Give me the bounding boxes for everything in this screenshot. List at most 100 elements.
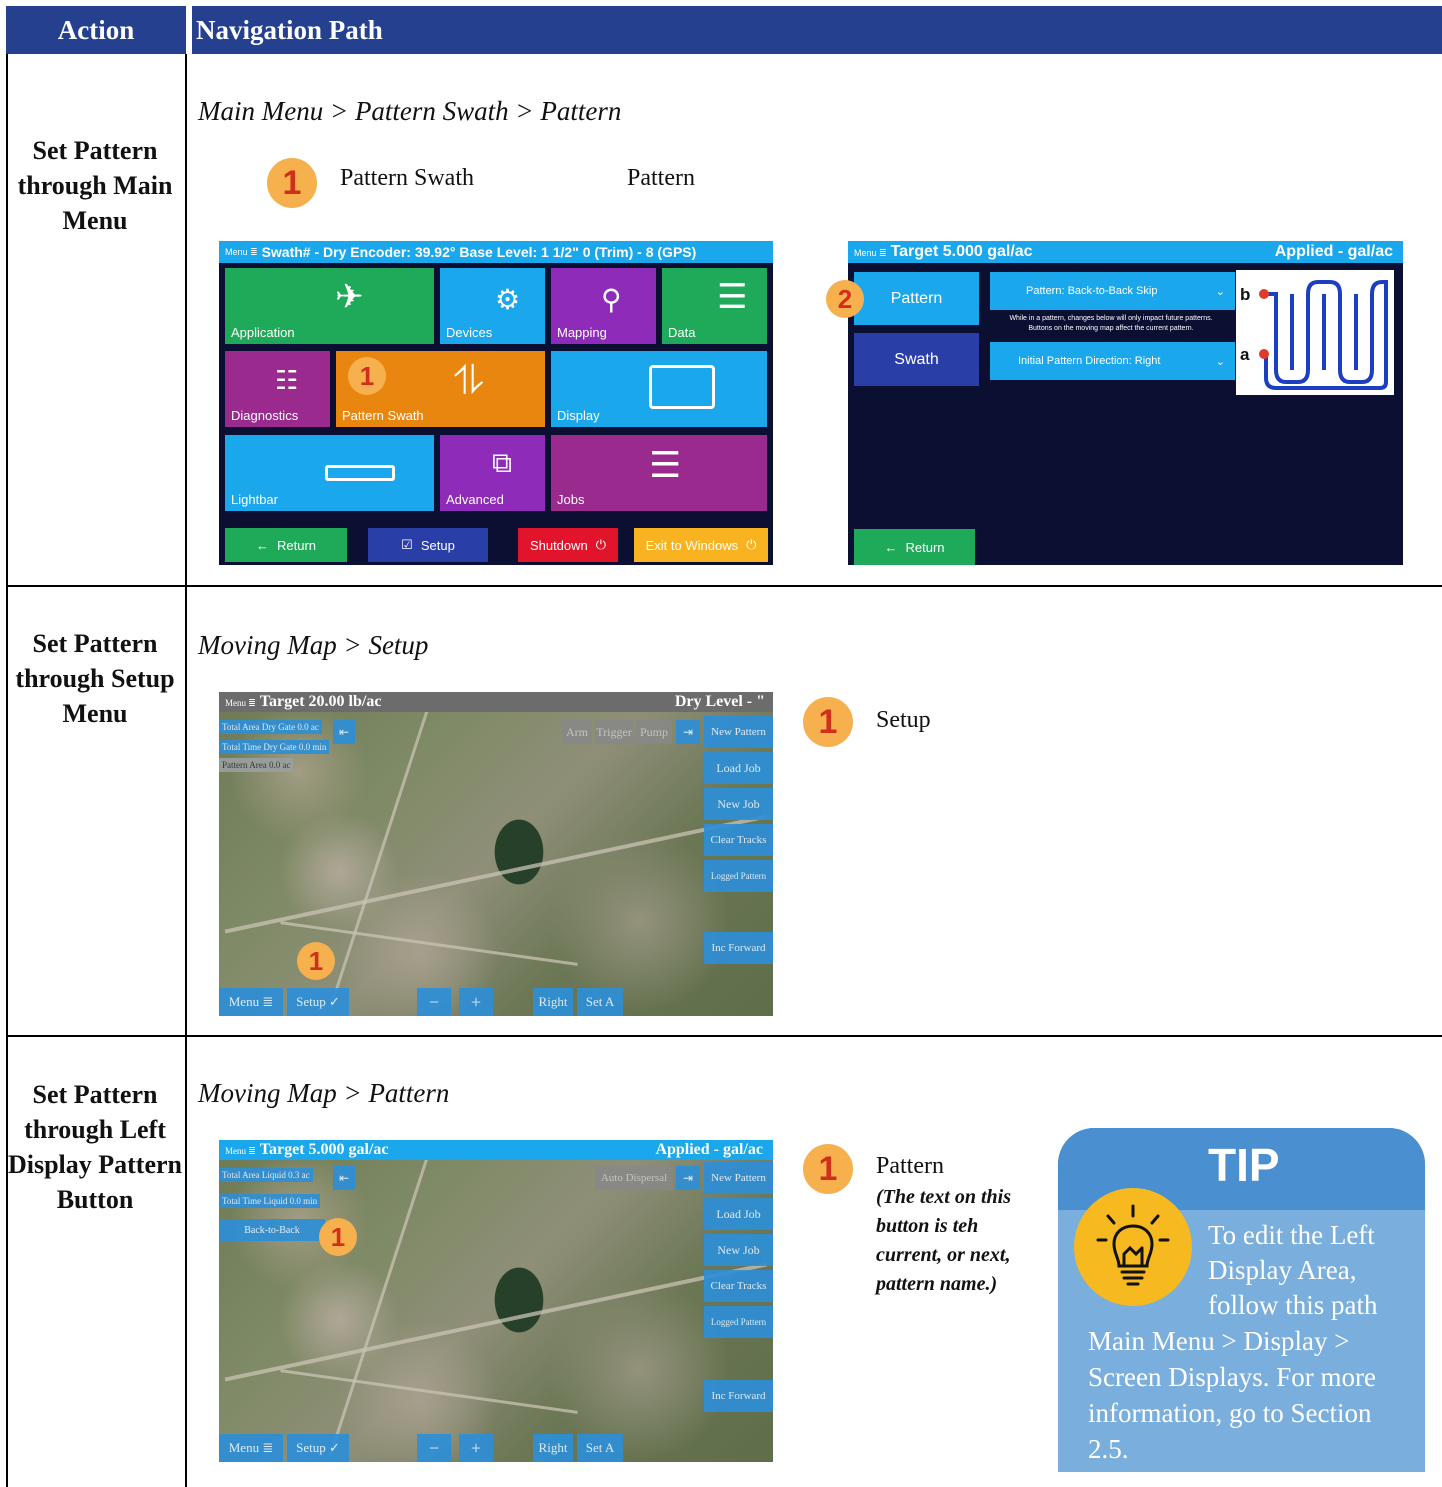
checklist-icon: ☰ xyxy=(649,444,682,485)
pattern-note: While in a pattern, changes below will o… xyxy=(1009,315,1213,332)
tile-diagnostics[interactable]: ☷ Diagnostics xyxy=(225,351,330,427)
shutdown-button[interactable]: Shutdown ⏻ xyxy=(518,528,618,562)
callout-1: 1 xyxy=(297,942,335,980)
step-number: 1 xyxy=(803,697,853,747)
swath-button[interactable]: Swath xyxy=(854,333,979,386)
inc-forward-button[interactable]: Inc Forward xyxy=(704,1380,773,1412)
callout-2: 2 xyxy=(826,280,864,318)
zoom-in-button[interactable]: + xyxy=(459,988,493,1016)
load-job-button[interactable]: Load Job xyxy=(704,752,773,784)
zoom-out-button[interactable]: − xyxy=(417,988,451,1016)
trigger-toggle[interactable]: Trigger xyxy=(595,720,633,744)
expand-right-icon[interactable]: ⇥ xyxy=(676,720,700,744)
collapse-left-icon[interactable]: ⇤ xyxy=(333,720,355,744)
status-text: Swath# - Dry Encoder: 39.92° Base Level:… xyxy=(261,244,697,260)
stack-plus-icon: ⧉ xyxy=(492,447,512,478)
lightbulb-icon xyxy=(1074,1188,1192,1306)
pattern-button[interactable]: Pattern xyxy=(854,272,979,325)
menu-icon[interactable]: Menu ≣ xyxy=(854,248,887,258)
new-pattern-button[interactable]: New Pattern xyxy=(704,716,773,748)
auto-dispersal-toggle[interactable]: Auto Dispersal xyxy=(595,1166,673,1190)
menu-button[interactable]: Menu ≣ xyxy=(219,988,283,1016)
tile-mapping[interactable]: ⚲ Mapping xyxy=(551,268,656,344)
gear-icon: ⚙ xyxy=(495,284,521,315)
zoom-out-button[interactable]: − xyxy=(417,1434,451,1462)
header-navigation-path: Navigation Path xyxy=(196,14,383,45)
clear-tracks-button[interactable]: Clear Tracks xyxy=(704,824,773,856)
tile-display[interactable]: Display xyxy=(551,351,767,427)
tile-data[interactable]: ☰ Data xyxy=(662,268,767,344)
pattern-diagram: b a xyxy=(1236,270,1394,395)
target-rate: Target 5.000 gal/ac xyxy=(890,243,1033,260)
applied-rate: Applied - gal/ac xyxy=(1274,243,1393,260)
label-a: a xyxy=(1240,345,1250,364)
menu-icon[interactable]: Menu ≣ xyxy=(225,698,256,708)
exit-to-windows-button[interactable]: Exit to Windows ⏻ xyxy=(634,528,768,562)
clear-tracks-button[interactable]: Clear Tracks xyxy=(704,1270,773,1302)
load-job-button[interactable]: Load Job xyxy=(704,1198,773,1230)
airplane-icon: ✈ xyxy=(335,278,364,316)
list-gear-icon: ☷ xyxy=(275,365,299,395)
menu-icon[interactable]: Menu ≣ xyxy=(225,1146,256,1156)
row-action-left-display: Set Pattern through Left Display Pattern… xyxy=(7,1080,183,1214)
collapse-left-icon[interactable]: ⇤ xyxy=(333,1166,355,1190)
tile-pattern-swath[interactable]: ⥮ Pattern Swath 1 xyxy=(336,351,545,427)
row-path-main-menu: Main Menu > Pattern Swath > Pattern xyxy=(198,96,622,126)
map-pin-icon: ⚲ xyxy=(601,284,622,315)
set-a-button[interactable]: Set A xyxy=(577,988,623,1016)
tile-jobs[interactable]: ☰ Jobs xyxy=(551,435,767,511)
arm-toggle[interactable]: Arm xyxy=(562,720,592,744)
pump-toggle[interactable]: Pump xyxy=(636,720,672,744)
chevron-down-icon: ⌄ xyxy=(1215,355,1225,368)
arrow-left-icon: ← xyxy=(255,537,269,553)
new-job-button[interactable]: New Job xyxy=(704,788,773,820)
step-label: Pattern Swath xyxy=(340,165,474,191)
pattern-icon: ⥮ xyxy=(454,359,484,403)
direction-dropdown[interactable]: Initial Pattern Direction: Right ⌄ xyxy=(990,342,1235,380)
zoom-in-button[interactable]: + xyxy=(459,1434,493,1462)
setup-button[interactable]: ☑ Setup xyxy=(368,528,488,562)
row-path-setup-menu: Moving Map > Setup xyxy=(198,630,429,660)
row-path-left-display: Moving Map > Pattern xyxy=(198,1078,450,1108)
table-header: Action Navigation Path xyxy=(6,6,1442,54)
step-number: 1 xyxy=(803,1144,853,1194)
inc-forward-button[interactable]: Inc Forward xyxy=(704,932,773,964)
step-label: Pattern xyxy=(627,165,695,191)
pattern-dropdown[interactable]: Pattern: Back-to-Back Skip ⌄ xyxy=(990,272,1235,310)
pattern-name-button[interactable]: Back-to-Back xyxy=(219,1219,325,1241)
row-action-setup-menu: Set Pattern through Setup Menu xyxy=(15,629,175,728)
return-button[interactable]: ← Return xyxy=(225,528,347,562)
menu-icon[interactable]: Menu ≣ xyxy=(225,247,258,258)
tip-text-2: Main Menu > Display > Screen Displays. F… xyxy=(1088,1326,1376,1464)
new-job-button[interactable]: New Job xyxy=(704,1234,773,1266)
tile-application[interactable]: ✈ Application xyxy=(225,268,434,344)
right-button[interactable]: Right xyxy=(533,1434,573,1462)
power-icon: ⏻ xyxy=(595,537,607,552)
return-button[interactable]: ← Return xyxy=(854,529,975,565)
menu-button[interactable]: Menu ≣ xyxy=(219,1434,283,1462)
step-note: (The text on this button is teh current,… xyxy=(876,1186,1012,1295)
step-number: 1 xyxy=(267,158,317,208)
right-button[interactable]: Right xyxy=(533,988,573,1016)
checkbox-icon: ☑ xyxy=(401,537,413,552)
tip-text-1: To edit the Left Display Area, follow th… xyxy=(1208,1220,1378,1320)
setup-button[interactable]: Setup ✓ xyxy=(287,988,349,1016)
label-b: b xyxy=(1240,285,1250,304)
logged-pattern-button[interactable]: Logged Pattern xyxy=(704,1306,773,1338)
display-icon xyxy=(649,365,715,409)
moving-map-pattern-screenshot: Menu ≣ Target 5.000 gal/ac Applied - gal/… xyxy=(219,1140,773,1462)
setup-button[interactable]: Setup ✓ xyxy=(287,1434,349,1462)
tile-devices[interactable]: ⚙ Devices xyxy=(440,268,545,344)
header-action: Action xyxy=(57,14,135,45)
logged-pattern-button[interactable]: Logged Pattern xyxy=(704,860,773,892)
expand-right-icon[interactable]: ⇥ xyxy=(676,1166,700,1190)
row-action-main-menu: Set Pattern through Main Menu xyxy=(17,136,173,235)
tile-lightbar[interactable]: Lightbar xyxy=(225,435,434,511)
new-pattern-button[interactable]: New Pattern xyxy=(704,1162,773,1194)
step-label: Pattern xyxy=(876,1153,944,1179)
tile-advanced[interactable]: ⧉ Advanced xyxy=(440,435,545,511)
set-a-button[interactable]: Set A xyxy=(577,1434,623,1462)
lightbar-icon xyxy=(325,465,395,481)
power-icon: ⏻ xyxy=(746,537,757,552)
moving-map-setup-screenshot: Menu ≣ Target 20.00 lb/ac Dry Level - " T… xyxy=(219,692,773,1016)
